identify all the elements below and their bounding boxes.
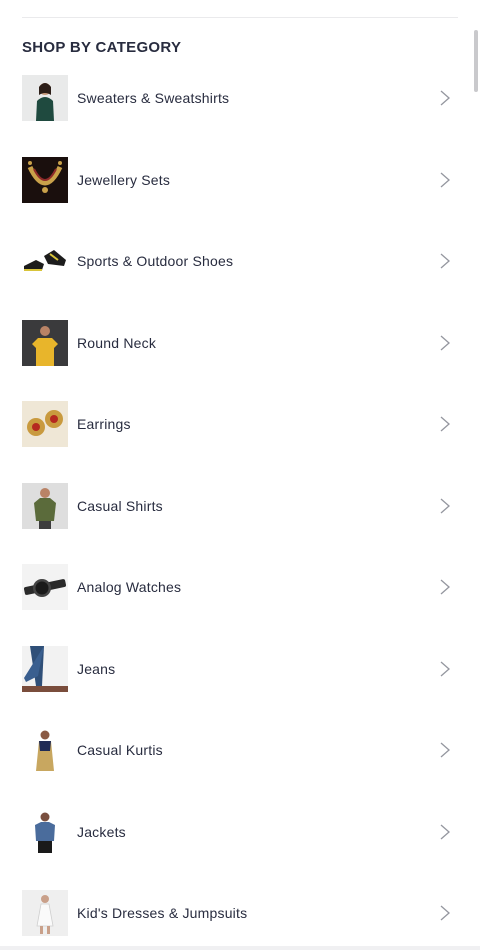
category-thumbnail	[22, 727, 68, 773]
category-label: Jeans	[77, 660, 116, 677]
chevron-right-icon	[438, 579, 452, 595]
category-item-jewellery-sets[interactable]: Jewellery Sets	[0, 139, 480, 221]
chevron-right-icon	[438, 172, 452, 188]
category-label: Earrings	[77, 416, 131, 432]
category-item-analog-watches[interactable]: Analog Watches	[0, 546, 480, 628]
chevron-right-icon	[438, 416, 452, 432]
chevron-right-icon	[438, 253, 452, 269]
section-title: SHOP BY CATEGORY	[22, 39, 182, 56]
category-thumbnail	[22, 238, 68, 284]
category-item-jeans[interactable]: Jeans	[0, 628, 480, 710]
category-label: Casual Shirts	[77, 497, 163, 514]
category-item-kids-dresses[interactable]: Kid's Dresses & Jumpsuits	[0, 872, 480, 950]
chevron-right-icon	[438, 824, 452, 840]
chevron-right-icon	[438, 90, 452, 106]
category-label: Sports & Outdoor Shoes	[77, 253, 234, 269]
category-list: Sweaters & Sweatshirts Jewellery Sets Sp…	[0, 57, 480, 950]
category-thumbnail	[22, 808, 68, 855]
category-item-jackets[interactable]: Jackets	[0, 791, 480, 873]
category-page: SHOP BY CATEGORY Sweaters & Sweatshirts	[0, 0, 480, 950]
chevron-right-icon	[438, 661, 452, 677]
top-divider	[22, 17, 458, 18]
category-item-casual-shirts[interactable]: Casual Shirts	[0, 465, 480, 547]
category-item-casual-kurtis[interactable]: Casual Kurtis	[0, 709, 480, 791]
category-label: Analog Watches	[77, 579, 182, 595]
bottom-edge	[0, 946, 480, 950]
category-thumbnail	[22, 401, 68, 447]
category-label: Kid's Dresses & Jumpsuits	[77, 905, 248, 921]
category-label: Jewellery Sets	[77, 171, 171, 188]
category-label: Round Neck	[77, 334, 157, 351]
category-item-sweaters[interactable]: Sweaters & Sweatshirts	[0, 57, 480, 139]
category-thumbnail	[22, 482, 68, 529]
category-thumbnail	[22, 645, 68, 692]
category-label: Casual Kurtis	[77, 742, 163, 758]
category-label: Sweaters & Sweatshirts	[77, 90, 230, 106]
category-label: Jackets	[77, 823, 126, 840]
category-thumbnail	[22, 319, 68, 366]
category-thumbnail	[22, 156, 68, 203]
chevron-right-icon	[438, 498, 452, 514]
category-thumbnail	[22, 564, 68, 610]
chevron-right-icon	[438, 905, 452, 921]
category-item-sports-shoes[interactable]: Sports & Outdoor Shoes	[0, 220, 480, 302]
category-thumbnail	[22, 890, 68, 936]
category-item-earrings[interactable]: Earrings	[0, 383, 480, 465]
category-thumbnail	[22, 75, 68, 121]
category-item-round-neck[interactable]: Round Neck	[0, 302, 480, 384]
chevron-right-icon	[438, 742, 452, 758]
chevron-right-icon	[438, 335, 452, 351]
